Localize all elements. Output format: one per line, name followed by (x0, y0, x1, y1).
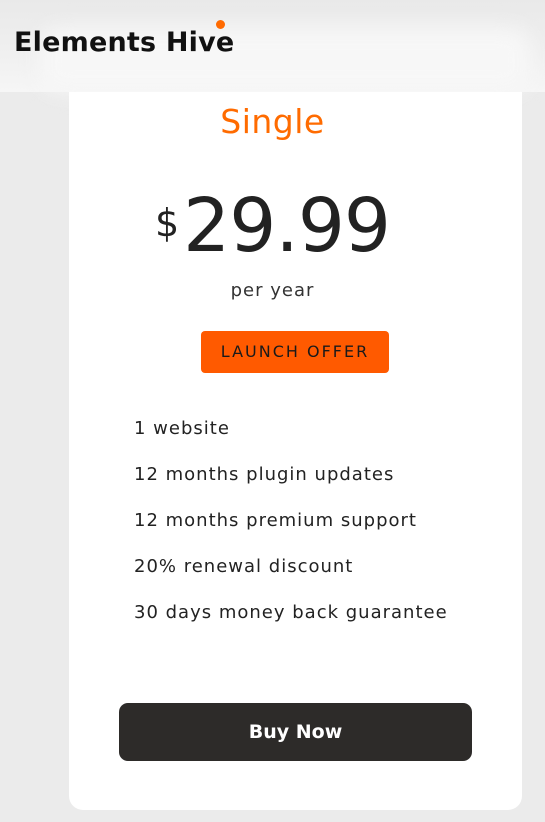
feature-item: 20% renewal discount (134, 556, 354, 577)
price-currency: $ (154, 201, 180, 245)
price-amount: 29.99 (183, 183, 391, 269)
feature-item: 12 months plugin updates (134, 464, 395, 485)
price: $29.99 (0, 183, 545, 269)
feature-item: 1 website (134, 418, 230, 439)
brand-logo[interactable]: Elements Hive (14, 25, 234, 61)
price-period: per year (230, 280, 315, 301)
feature-item: 30 days money back guarantee (134, 602, 448, 623)
feature-item: 12 months premium support (134, 510, 417, 531)
plan-title: Single (220, 102, 325, 141)
feature-list: 1 website 12 months plugin updates 12 mo… (134, 416, 464, 646)
launch-offer-badge: LAUNCH OFFER (201, 331, 389, 373)
logo-dot-icon (216, 20, 225, 29)
buy-now-button[interactable]: Buy Now (119, 703, 472, 761)
